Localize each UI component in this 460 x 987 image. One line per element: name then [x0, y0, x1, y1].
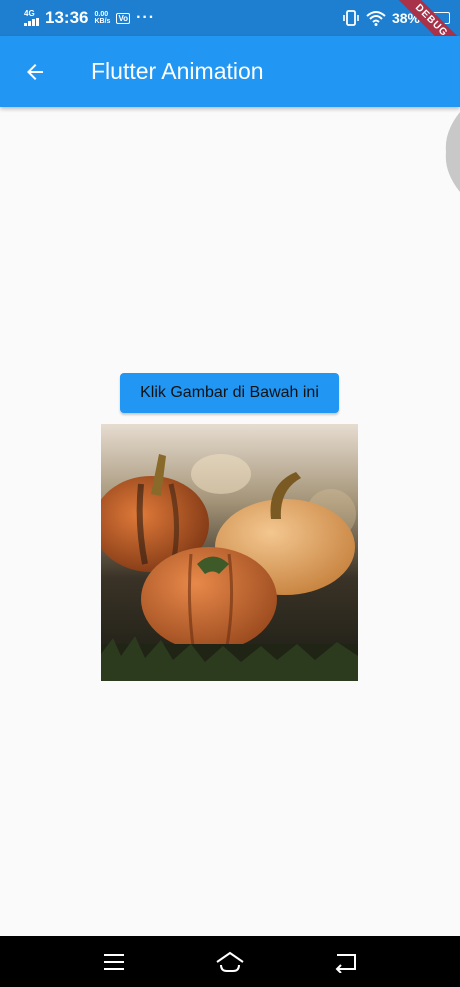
click-image-button[interactable]: Klik Gambar di Bawah ini	[120, 373, 339, 413]
nav-home-button[interactable]	[214, 946, 246, 978]
battery-fill	[428, 14, 437, 22]
volte-icon: Vo	[116, 12, 131, 24]
vibrate-icon	[343, 10, 359, 26]
status-right: 38%	[342, 10, 450, 26]
speed-value: 0.00	[94, 10, 109, 18]
return-icon	[335, 953, 356, 973]
nav-back-button[interactable]	[330, 946, 362, 978]
edge-swipe-handle[interactable]	[442, 112, 460, 192]
home-icon	[216, 951, 244, 972]
clock: 13:36	[45, 8, 89, 27]
battery-percent: 38%	[391, 10, 420, 26]
arrow-left-icon	[27, 63, 43, 80]
status-left: 4G 13:36 0.00 KB/s Vo ···	[24, 8, 155, 28]
app-bar: Flutter Animation	[0, 36, 460, 107]
menu-icon	[104, 953, 124, 970]
network-indicator: 4G	[24, 10, 39, 26]
nav-menu-button[interactable]	[98, 946, 130, 978]
navigation-bar	[0, 936, 460, 987]
speed-unit: KB/s	[94, 18, 111, 25]
page-title: Flutter Animation	[91, 58, 264, 84]
battery-icon	[426, 12, 450, 24]
wifi-icon	[366, 11, 386, 26]
back-button[interactable]	[0, 36, 70, 107]
status-bar: 4G 13:36 0.00 KB/s Vo ··· 38%	[0, 0, 460, 36]
signal-icon	[24, 18, 39, 26]
network-type: 4G	[24, 9, 35, 18]
network-speed: 0.00 KB/s	[94, 11, 110, 26]
pumpkin-image[interactable]	[101, 424, 358, 681]
more-notifications-icon: ···	[136, 9, 156, 26]
